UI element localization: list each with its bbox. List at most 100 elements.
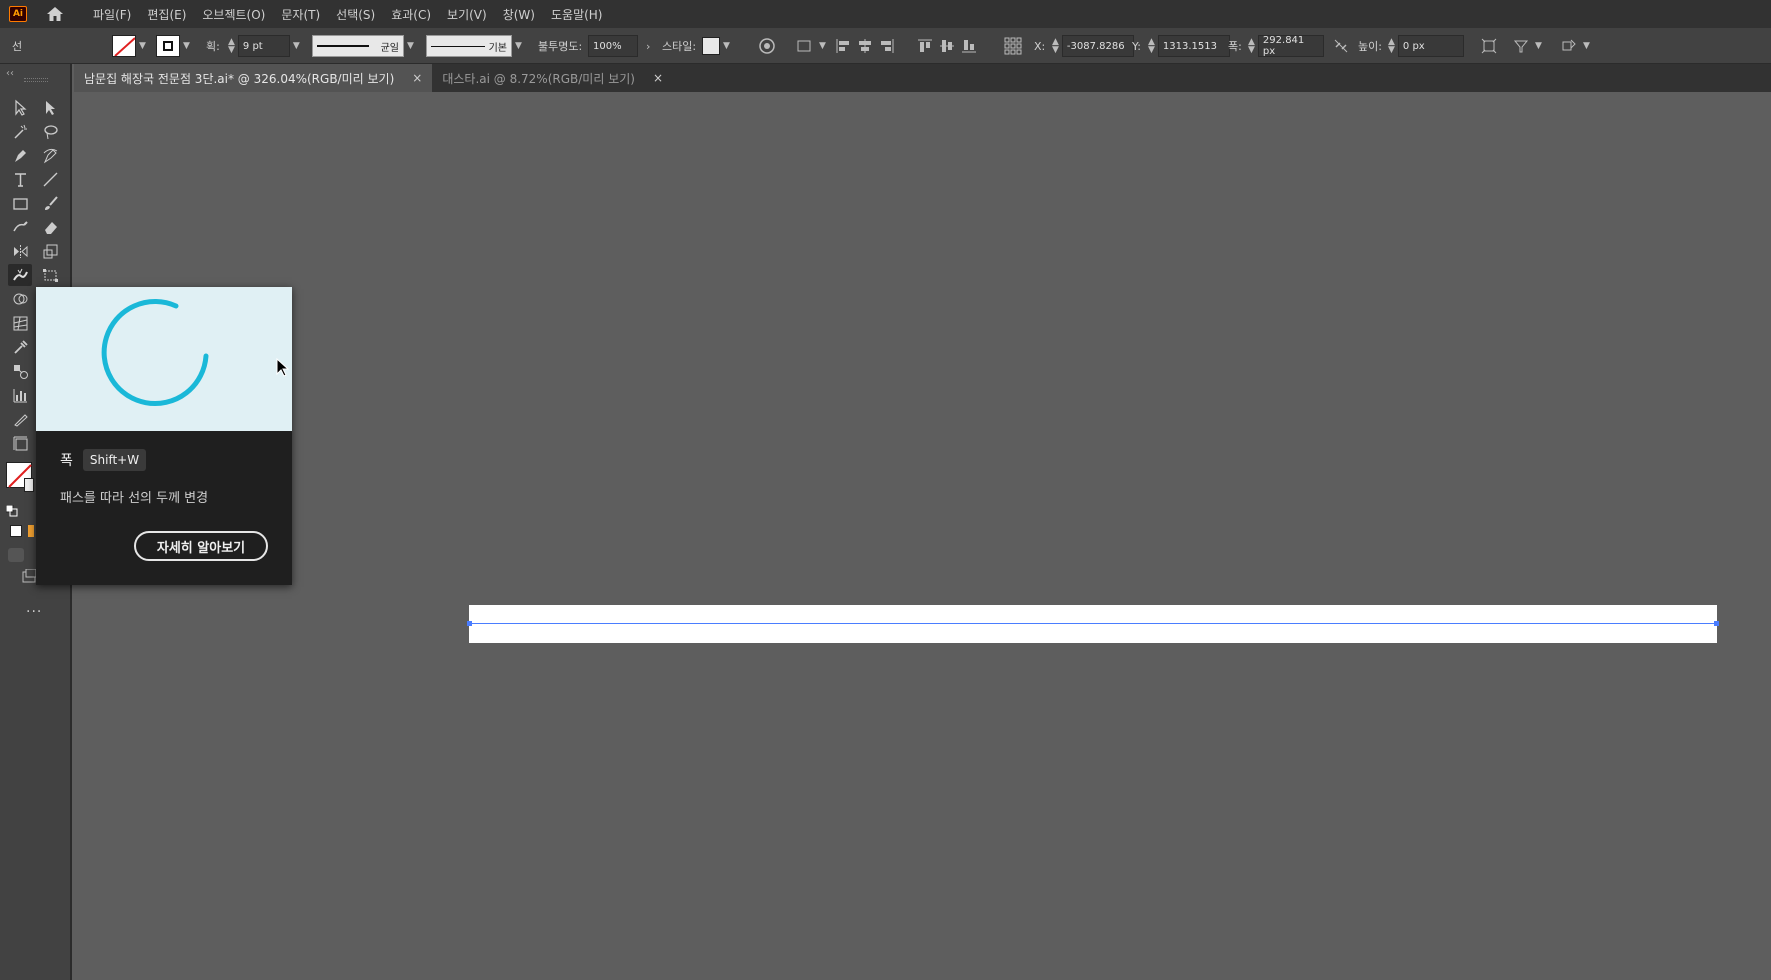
y-label: Y: xyxy=(1132,39,1141,53)
width-tool-icon[interactable] xyxy=(8,264,32,286)
gradient-mode-icon[interactable] xyxy=(28,525,34,537)
line-segment-tool-icon[interactable] xyxy=(38,168,62,190)
curvature-tool-icon[interactable] xyxy=(38,144,62,166)
opacity-arrow-icon[interactable]: › xyxy=(646,40,650,53)
reflect-tool-icon[interactable] xyxy=(8,240,32,262)
variable-width-profile[interactable]: 균일 xyxy=(312,35,404,57)
type-tool-icon[interactable] xyxy=(8,168,32,190)
isolate-icon[interactable] xyxy=(1510,35,1532,57)
stroke-label: 획: xyxy=(206,40,220,53)
transform-icon[interactable] xyxy=(1478,35,1500,57)
menu-item[interactable]: 효과(C) xyxy=(383,6,439,23)
stroke-dropdown-icon[interactable]: ▼ xyxy=(183,41,190,51)
align-right-icon[interactable] xyxy=(876,35,898,57)
x-field[interactable]: -3087.8286 xyxy=(1061,35,1134,57)
width-stepper-icon[interactable]: ▲ ▼ xyxy=(1248,38,1255,55)
y-field[interactable]: 1313.1513 xyxy=(1157,35,1230,57)
canvas[interactable] xyxy=(74,92,1771,980)
stroke-swatch[interactable] xyxy=(156,35,180,57)
scale-tool-icon[interactable] xyxy=(38,240,62,262)
align-to-dropdown-icon[interactable]: ▼ xyxy=(819,41,826,51)
document-tabs: 남문집 해장국 전문점 3단.ai* @ 326.04%(RGB/미리 보기) … xyxy=(74,64,1771,92)
draw-mode-icon[interactable] xyxy=(8,548,24,562)
menu-item[interactable]: 창(W) xyxy=(495,6,543,23)
brush-definition[interactable]: 기본 xyxy=(426,35,512,57)
stroke-stepper-icon[interactable]: ▲ ▼ xyxy=(228,38,235,55)
home-icon[interactable] xyxy=(45,5,65,23)
fill-swatch[interactable] xyxy=(112,35,136,57)
arrange-dropdown-icon[interactable]: ▼ xyxy=(1583,41,1590,51)
tooltip-preview xyxy=(36,287,292,431)
menu-item[interactable]: 도움말(H) xyxy=(543,6,611,23)
rectangle-tool-icon[interactable] xyxy=(8,192,32,214)
menu-item[interactable]: 보기(V) xyxy=(439,6,495,23)
blend-tool-icon[interactable] xyxy=(8,360,32,382)
anchor-point-left[interactable] xyxy=(467,621,472,626)
artboard[interactable] xyxy=(469,605,1717,643)
menu-item[interactable]: 오브젝트(O) xyxy=(194,6,273,23)
align-top-icon[interactable] xyxy=(914,35,936,57)
selection-tool-icon[interactable] xyxy=(8,96,32,118)
height-stepper-icon[interactable]: ▲ ▼ xyxy=(1388,38,1395,55)
menu-item[interactable]: 편집(E) xyxy=(139,6,194,23)
panel-grip[interactable] xyxy=(24,78,48,82)
stroke-weight-field[interactable]: 9 pt xyxy=(237,35,290,57)
learn-more-button[interactable]: 자세히 알아보기 xyxy=(134,531,268,561)
eyedropper-tool-icon[interactable] xyxy=(8,336,32,358)
shaper-tool-icon[interactable] xyxy=(8,216,32,238)
constrain-proportions-icon[interactable] xyxy=(1330,35,1352,57)
align-bottom-icon[interactable] xyxy=(958,35,980,57)
close-icon[interactable]: × xyxy=(653,71,663,85)
profile-dropdown-icon[interactable]: ▼ xyxy=(407,41,414,51)
selected-line-path[interactable] xyxy=(469,623,1717,624)
opacity-field[interactable]: 100% xyxy=(588,35,638,57)
width-field[interactable]: 292.841 px xyxy=(1257,35,1324,57)
menu-item[interactable]: 문자(T) xyxy=(273,6,328,23)
arrange-icon[interactable] xyxy=(1558,35,1580,57)
anchor-point-right[interactable] xyxy=(1714,621,1719,626)
align-center-icon[interactable] xyxy=(854,35,876,57)
object-type-label: 선 xyxy=(12,40,23,53)
menu-item[interactable]: 파일(F) xyxy=(85,6,139,23)
tab-document-2[interactable]: 대스타.ai @ 8.72%(RGB/미리 보기) × xyxy=(432,64,673,92)
tooltip-description: 패스를 따라 선의 두께 변경 xyxy=(60,491,209,506)
magic-wand-tool-icon[interactable] xyxy=(8,120,32,142)
menu-item[interactable]: 선택(S) xyxy=(328,6,383,23)
lasso-tool-icon[interactable] xyxy=(38,120,62,142)
isolate-dropdown-icon[interactable]: ▼ xyxy=(1535,41,1542,51)
tool-tooltip: 폭 Shift+W 패스를 따라 선의 두께 변경 자세히 알아보기 xyxy=(36,287,292,585)
style-label: 스타일: xyxy=(662,40,697,53)
brush-dropdown-icon[interactable]: ▼ xyxy=(515,41,522,51)
stroke-weight-dropdown-icon[interactable]: ▼ xyxy=(293,41,300,51)
pen-tool-icon[interactable] xyxy=(8,144,32,166)
align-middle-icon[interactable] xyxy=(936,35,958,57)
height-label: 높이: xyxy=(1358,40,1382,53)
recolor-icon[interactable] xyxy=(756,35,778,57)
color-mode-icon[interactable] xyxy=(10,525,22,537)
y-stepper-icon[interactable]: ▲ ▼ xyxy=(1148,38,1155,55)
x-stepper-icon[interactable]: ▲ ▼ xyxy=(1052,38,1059,55)
tab-document-1[interactable]: 남문집 해장국 전문점 3단.ai* @ 326.04%(RGB/미리 보기) … xyxy=(74,64,433,92)
height-field[interactable]: 0 px xyxy=(1397,35,1464,57)
edit-toolbar-icon[interactable]: ... xyxy=(26,600,42,616)
column-graph-tool-icon[interactable] xyxy=(8,384,32,406)
style-dropdown-icon[interactable]: ▼ xyxy=(723,41,730,51)
close-icon[interactable]: × xyxy=(412,71,422,85)
align-left-icon[interactable] xyxy=(832,35,854,57)
shape-builder-tool-icon[interactable] xyxy=(8,288,32,310)
paintbrush-tool-icon[interactable] xyxy=(38,192,62,214)
stroke-color-box[interactable] xyxy=(24,478,34,492)
slice-tool-icon[interactable] xyxy=(8,408,32,430)
fill-dropdown-icon[interactable]: ▼ xyxy=(139,41,146,51)
direct-selection-tool-icon[interactable] xyxy=(38,96,62,118)
style-swatch[interactable] xyxy=(702,37,720,55)
reference-point-icon[interactable] xyxy=(1002,35,1024,57)
brush-line-icon xyxy=(431,45,485,47)
eraser-tool-icon[interactable] xyxy=(38,216,62,238)
loading-spinner-icon xyxy=(101,299,209,407)
free-transform-tool-icon[interactable] xyxy=(38,264,62,286)
align-to-icon[interactable] xyxy=(794,35,816,57)
artboard-tool-icon[interactable] xyxy=(8,432,32,454)
perspective-grid-tool-icon[interactable] xyxy=(8,312,32,334)
default-colors-icon[interactable] xyxy=(5,502,18,517)
